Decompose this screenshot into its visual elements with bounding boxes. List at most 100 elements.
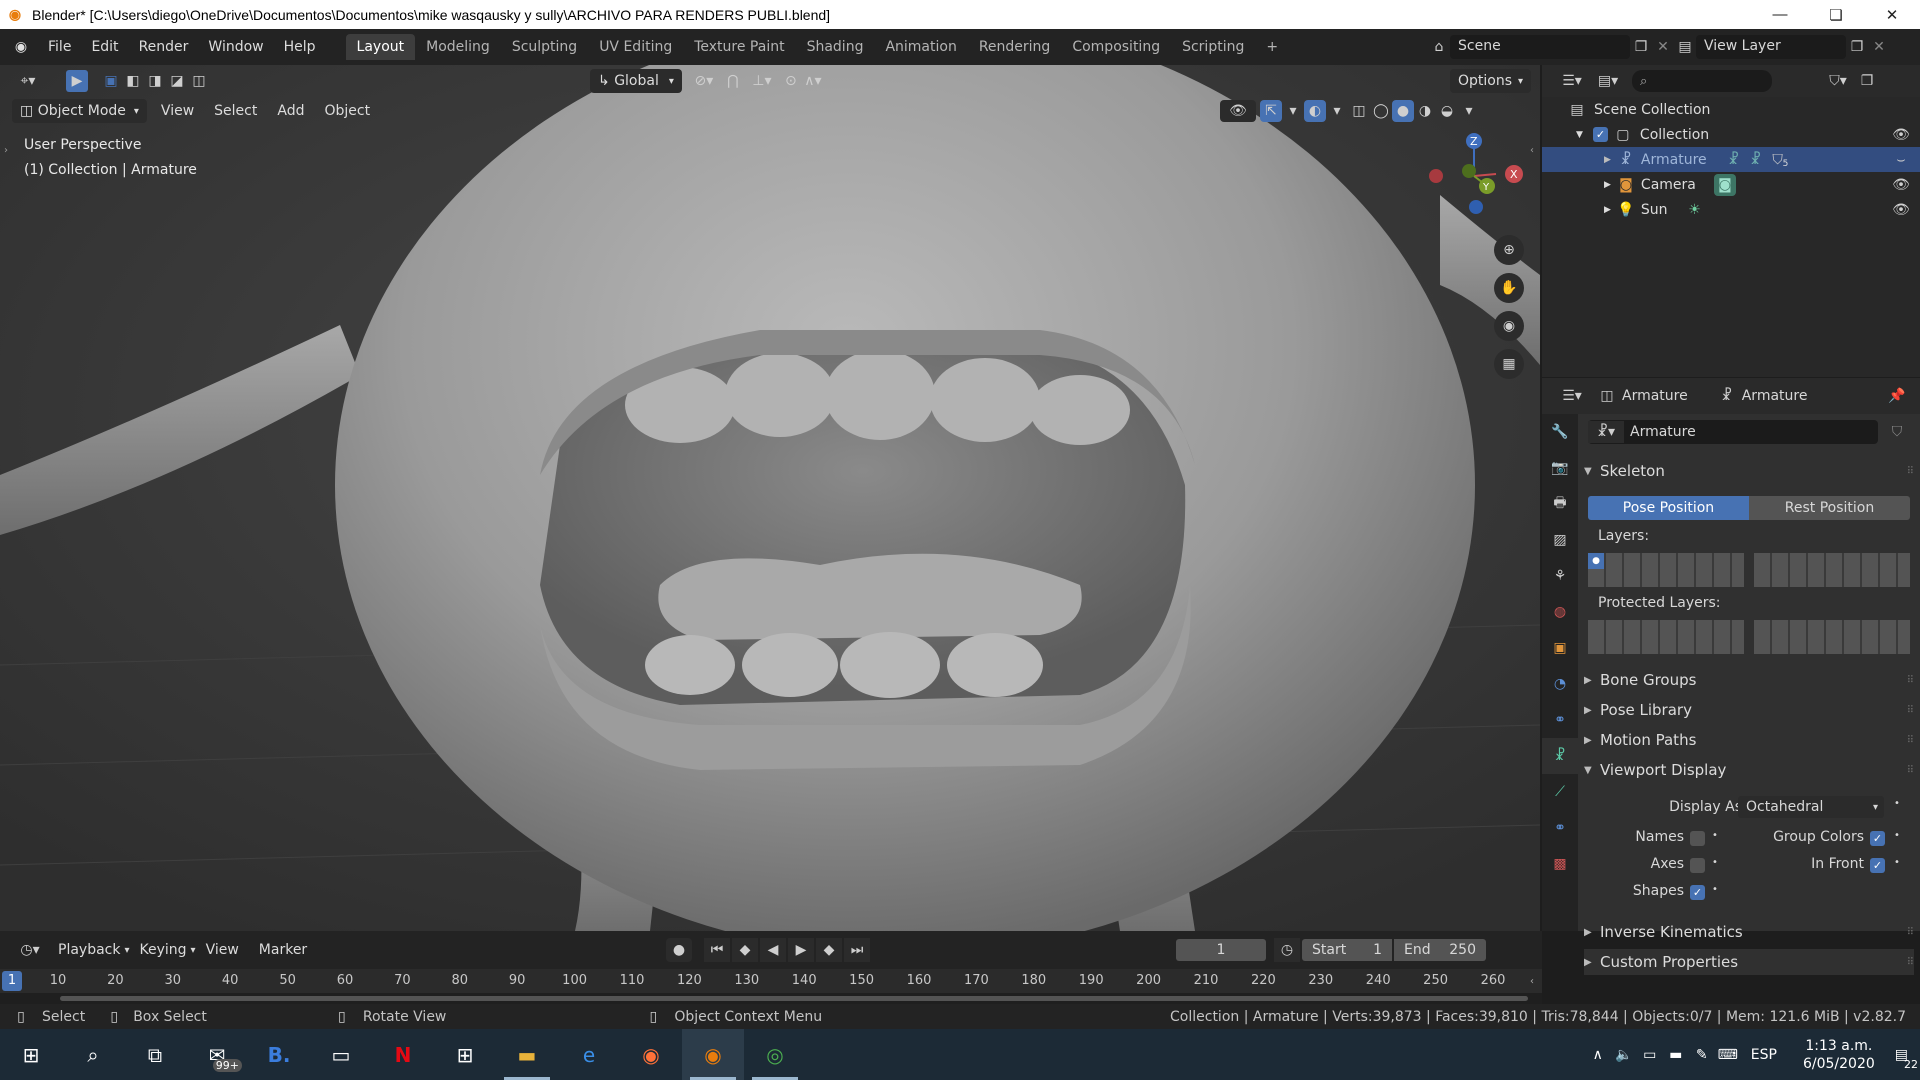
play-icon[interactable]: ▶ (788, 938, 814, 962)
modifier-tab-icon[interactable]: ◔ (1542, 666, 1578, 702)
view-layer-tab-icon[interactable]: ▨ (1542, 522, 1578, 558)
netflix-icon[interactable]: N (372, 1029, 434, 1080)
material-shading-icon[interactable]: ◑ (1414, 100, 1436, 122)
axes-checkbox[interactable] (1690, 858, 1705, 873)
motion-paths-panel-header[interactable]: ▶ Motion Paths ⠿ (1584, 727, 1914, 753)
eye-icon[interactable]: 👁 (1890, 174, 1912, 196)
layers-grid-left[interactable] (1588, 553, 1744, 587)
navigation-gizmo[interactable]: Z X Y (1424, 121, 1524, 221)
armature-data-tab-icon[interactable]: ☧ (1542, 738, 1578, 774)
bone-tab-icon[interactable]: ⟋ (1542, 774, 1578, 810)
menu-object[interactable]: Object (314, 103, 380, 119)
layer-1-active[interactable]: ● (1588, 553, 1604, 569)
editor-type-icon[interactable]: ⌖▾ (10, 70, 46, 92)
next-keyframe-icon[interactable]: ◆ (816, 938, 842, 962)
visibility-filter-icon[interactable]: 👁 (1220, 100, 1256, 122)
expand-arrow-icon[interactable]: ▶ (1604, 180, 1611, 190)
outliner-item-armature[interactable]: ▶ ☧ Armature ☧ ☧ ⛉ 5 ⌣ (1542, 147, 1920, 172)
eye-icon[interactable]: 👁 (1890, 199, 1912, 221)
menu-help[interactable]: Help (274, 39, 326, 55)
select-invert-icon[interactable]: ◪ (166, 70, 188, 92)
volume-icon[interactable]: 🔈 (1613, 1044, 1635, 1066)
solid-shading-icon[interactable]: ● (1392, 100, 1414, 122)
select-tool-icon[interactable]: ▶ (66, 70, 88, 92)
falloff-icon[interactable]: ∧▾ (802, 70, 824, 92)
menu-view[interactable]: View (196, 942, 249, 958)
viewport-display-panel-header[interactable]: ▼ Viewport Display ⠿ (1584, 757, 1914, 783)
minimize-button[interactable]: — (1752, 0, 1808, 29)
search-icon[interactable]: ⌕ (62, 1029, 124, 1080)
pose-position-button[interactable]: Pose Position (1588, 496, 1749, 520)
animate-dot-icon[interactable]: • (1894, 798, 1900, 809)
show-hidden-icons-chevron[interactable]: ∧ (1587, 1044, 1609, 1066)
eye-closed-icon[interactable]: ⌣ (1890, 149, 1912, 171)
options-dropdown[interactable]: Options ▾ (1450, 69, 1532, 93)
snap-toggle-icon[interactable]: ⋂ (722, 70, 744, 92)
proportional-edit-icon[interactable]: ⊙ (780, 70, 802, 92)
gizmo-dropdown-icon[interactable]: ▾ (1282, 100, 1304, 122)
menu-marker[interactable]: Marker (249, 942, 317, 958)
texture-tab-icon[interactable]: ▩ (1542, 846, 1578, 882)
timeline-editor-icon[interactable]: ◷▾ (12, 939, 48, 961)
scene-tab-icon[interactable]: ⚘ (1542, 558, 1578, 594)
shapes-checkbox[interactable]: ✓ (1690, 885, 1705, 900)
rest-position-button[interactable]: Rest Position (1749, 496, 1910, 520)
close-button[interactable]: ✕ (1864, 0, 1920, 29)
pivot-point-icon[interactable]: ⊘▾ (686, 70, 722, 92)
select-extend-icon[interactable]: ◧ (122, 70, 144, 92)
expand-arrow-icon[interactable]: ▶ (1604, 205, 1611, 215)
blender-taskbar-icon[interactable]: ◉ (682, 1029, 744, 1080)
pan-hand-icon[interactable]: ✋ (1494, 273, 1524, 303)
drag-handle-icon[interactable]: ⠿ (1907, 466, 1914, 477)
tab-rendering[interactable]: Rendering (968, 34, 1062, 60)
tab-layout[interactable]: Layout (345, 34, 416, 60)
xray-toggle-icon[interactable]: ◫ (1348, 100, 1370, 122)
tab-uv-editing[interactable]: UV Editing (588, 34, 683, 60)
expand-arrow-icon[interactable]: ▼ (1576, 130, 1583, 140)
outliner-item-sun[interactable]: ▶ 💡 Sun ☀ 👁 (1542, 197, 1920, 222)
3d-viewport[interactable]: Z X Y ⊕ ✋ ◉ ▦ User Perspective (1) Colle… (0, 65, 1540, 931)
tab-modeling[interactable]: Modeling (415, 34, 501, 60)
armature-data-icon[interactable]: ☧▾ (1588, 421, 1624, 443)
mail-icon[interactable]: ✉ 99+ (186, 1029, 248, 1080)
file-explorer-icon[interactable]: ▬ (496, 1029, 558, 1080)
new-view-layer-icon[interactable]: ❐ (1846, 36, 1868, 58)
select-subtract-icon[interactable]: ◨ (144, 70, 166, 92)
group-colors-checkbox[interactable]: ✓ (1870, 831, 1885, 846)
animate-dot-icon[interactable]: • (1894, 857, 1900, 868)
booking-app-icon[interactable]: B. (248, 1029, 310, 1080)
rendered-shading-icon[interactable]: ◒ (1436, 100, 1458, 122)
drag-handle-icon[interactable]: ⠿ (1907, 675, 1914, 686)
expand-arrow-icon[interactable]: ▶ (1604, 155, 1611, 165)
menu-view[interactable]: View (151, 103, 204, 119)
sidebar-expand-icon[interactable]: ‹ (1530, 145, 1534, 156)
outliner-search-input[interactable]: ⌕ (1632, 70, 1772, 92)
output-tab-icon[interactable]: 🖶 (1542, 486, 1578, 522)
tool-tab-icon[interactable]: 🔧 (1542, 414, 1578, 450)
tab-compositing[interactable]: Compositing (1061, 34, 1171, 60)
fake-user-shield-icon[interactable]: ⛉ (1886, 421, 1908, 443)
record-icon[interactable]: ● (666, 938, 692, 962)
keyboard-icon[interactable]: ⌨ (1717, 1044, 1739, 1066)
collection-row[interactable]: ▼ ✓ ▢ Collection 👁 (1542, 122, 1920, 147)
animate-dot-icon[interactable]: • (1894, 830, 1900, 841)
start-frame-field[interactable]: Start 1 (1302, 939, 1392, 961)
properties-editor-icon[interactable]: ☰▾ (1554, 385, 1590, 407)
notepad-icon[interactable]: ▭ (310, 1029, 372, 1080)
drag-handle-icon[interactable]: ⠿ (1907, 705, 1914, 716)
input-language[interactable]: ESP (1751, 1047, 1777, 1063)
tab-sculpting[interactable]: Sculpting (501, 34, 588, 60)
frame-ruler[interactable]: 10 20 30 40 50 60 70 80 90 100 110 120 130 140 150 160 1… (0, 969, 1542, 993)
animate-dot-icon[interactable]: • (1712, 884, 1718, 895)
bone-constraint-tab-icon[interactable]: ⚭ (1542, 810, 1578, 846)
remove-scene-icon[interactable]: ✕ (1652, 36, 1674, 58)
menu-playback[interactable]: Playback (48, 942, 130, 958)
display-mode-icon[interactable]: ▤▾ (1590, 70, 1626, 92)
protected-layers-grid-left[interactable] (1588, 620, 1744, 654)
new-scene-icon[interactable]: ❐ (1630, 36, 1652, 58)
render-tab-icon[interactable]: 📷 (1542, 450, 1578, 486)
overlay-dropdown-icon[interactable]: ▾ (1326, 100, 1348, 122)
gizmo-toggle-icon[interactable]: ⇱ (1260, 100, 1282, 122)
wireframe-shading-icon[interactable]: ◯ (1370, 100, 1392, 122)
custom-properties-panel-header[interactable]: ▶ Custom Properties ⠿ (1584, 949, 1914, 975)
